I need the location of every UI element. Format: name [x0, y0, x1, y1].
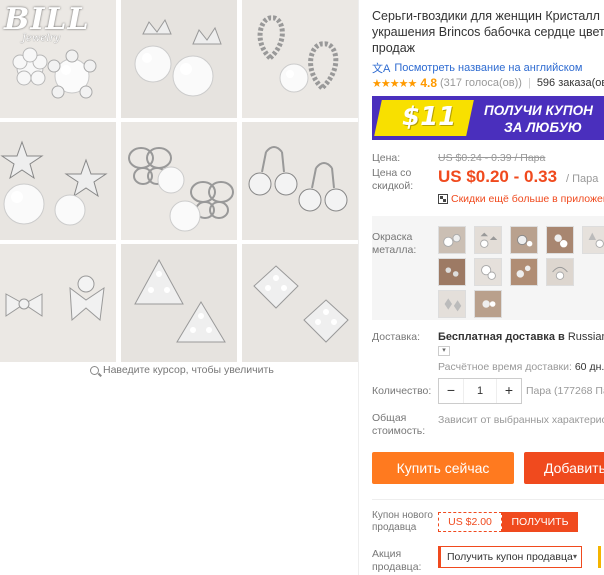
product-gallery: BILL Jewelry Наведите курсор, чтобы увел…	[0, 0, 360, 380]
zoom-hint: Наведите курсор, чтобы увеличить	[90, 364, 274, 376]
rating-votes-link[interactable]: (317 голоса(ов))	[440, 77, 522, 89]
app-deal-text: Скидки ещё больше в приложени	[451, 193, 604, 205]
color-swatch[interactable]	[438, 290, 466, 318]
seller-promo-secondary[interactable]	[598, 546, 604, 568]
total-cost-label: Общая стоимость:	[372, 412, 426, 437]
brand-name: BILL	[4, 2, 90, 37]
price-unit: / Пара	[566, 173, 599, 185]
product-title-line: продаж	[372, 41, 416, 55]
get-coupon-button[interactable]: ПОЛУЧИТЬ	[502, 512, 578, 532]
color-swatch[interactable]	[582, 226, 604, 254]
brand-watermark: BILL Jewelry	[4, 2, 116, 44]
color-swatch[interactable]	[510, 226, 538, 254]
quantity-decrease-button[interactable]: −	[439, 379, 463, 403]
dropdown-caret-icon: ▾	[572, 552, 577, 561]
color-swatch[interactable]	[546, 226, 574, 254]
metal-color-label: Окраска металла:	[372, 231, 417, 256]
color-swatch[interactable]	[510, 258, 538, 286]
product-title-line: Серьги-гвоздики для женщин Кристалл И	[372, 9, 604, 23]
product-title: Серьги-гвоздики для женщин Кристалл И ук…	[372, 8, 604, 56]
rating-stars: ★★★★★	[372, 77, 417, 90]
shipping-method: Бесплатная доставка в Russian Fed	[438, 331, 604, 343]
translate-icon: 文A	[372, 63, 391, 75]
product-title-line: украшения Brincos бабочка сердце цвето	[372, 25, 604, 39]
gallery-image-triangle[interactable]	[121, 244, 237, 362]
app-deal-link[interactable]: Скидки ещё больше в приложени	[438, 193, 604, 205]
delivery-estimate-value: 60 дн.	[574, 361, 604, 373]
color-swatch[interactable]	[474, 258, 502, 286]
price-label: Цена:	[372, 152, 401, 164]
shipping-country-link[interactable]: Russian Fed	[568, 331, 604, 343]
color-swatch[interactable]	[438, 258, 466, 286]
buy-now-button[interactable]: Купить сейчас	[372, 452, 514, 484]
color-swatch[interactable]	[474, 226, 502, 254]
seller-coupon-select-text: Получить купон продавца	[447, 551, 573, 563]
delivery-estimate-label: Расчётное время доставки:	[438, 361, 572, 373]
gallery-image-cherry[interactable]	[242, 122, 358, 240]
product-page: BILL Jewelry Наведите курсор, чтобы увел…	[0, 0, 604, 575]
color-swatch[interactable]	[546, 258, 574, 286]
coupon-banner-amount: $11	[402, 102, 457, 132]
product-info-panel: Серьги-гвоздики для женщин Кристалл И ук…	[372, 0, 604, 575]
rating-row: ★★★★★ 4.8 (317 голоса(ов)) | 596 заказа(…	[372, 76, 604, 90]
seller-promo-label: Акция продавца:	[372, 548, 422, 573]
gallery-image-drop[interactable]	[242, 0, 358, 118]
magnifier-icon	[90, 365, 99, 375]
translate-title-link[interactable]: 文A Посмотреть название на английском	[372, 60, 582, 76]
quantity-input[interactable]: 1	[463, 379, 497, 403]
total-cost-note: Зависит от выбранных характеристи	[438, 414, 604, 426]
delivery-estimate: Расчётное время доставки: 60 дн.	[438, 361, 604, 373]
coupon-banner[interactable]: $11 ПОЛУЧИ КУПОН ЗА ЛЮБУЮ	[372, 96, 604, 140]
translate-title-text: Посмотреть название на английском	[394, 62, 583, 74]
original-price: US $0.24 - 0.39 / Пара	[438, 152, 546, 164]
rating-score: 4.8	[420, 76, 437, 90]
orders-count: 596 заказа(ов	[536, 77, 604, 89]
shipping-method-text: Бесплатная доставка в	[438, 331, 565, 343]
gallery-image-rhombus[interactable]	[242, 244, 358, 362]
add-to-cart-button[interactable]: Добавить	[524, 452, 604, 484]
discount-price-label: Цена со скидкой:	[372, 167, 414, 192]
discount-price: US $0.20 - 0.33	[438, 167, 558, 186]
new-seller-coupon-label: Купон нового продавца	[372, 510, 433, 533]
zoom-hint-text: Наведите курсор, чтобы увеличить	[103, 364, 274, 376]
shipping-options-toggle[interactable]: ▾	[438, 346, 450, 356]
quantity-increase-button[interactable]: +	[497, 379, 521, 403]
color-swatch[interactable]	[474, 290, 502, 318]
seller-coupon-select[interactable]: Получить купон продавца ▾	[438, 546, 582, 568]
shipping-label: Доставка:	[372, 331, 421, 343]
qr-code-icon	[438, 194, 448, 204]
gallery-image-butterfly[interactable]	[121, 122, 237, 240]
coupon-banner-line1: ПОЛУЧИ КУПОН	[484, 103, 593, 118]
quantity-stepper: − 1 +	[438, 378, 522, 404]
chevron-down-icon: ▾	[442, 347, 446, 354]
coupon-banner-line2: ЗА ЛЮБУЮ	[504, 120, 582, 135]
color-swatch[interactable]	[438, 226, 466, 254]
column-divider	[358, 0, 359, 575]
gallery-image-bow[interactable]	[0, 244, 116, 362]
section-divider	[372, 499, 604, 500]
quantity-label: Количество:	[372, 385, 432, 397]
available-quantity: Пара (177268 Пар	[526, 385, 604, 397]
gallery-image-star[interactable]	[0, 122, 116, 240]
gallery-image-crown[interactable]	[121, 0, 237, 118]
rating-separator: |	[527, 77, 531, 89]
coupon-value: US $2.00	[438, 512, 502, 532]
